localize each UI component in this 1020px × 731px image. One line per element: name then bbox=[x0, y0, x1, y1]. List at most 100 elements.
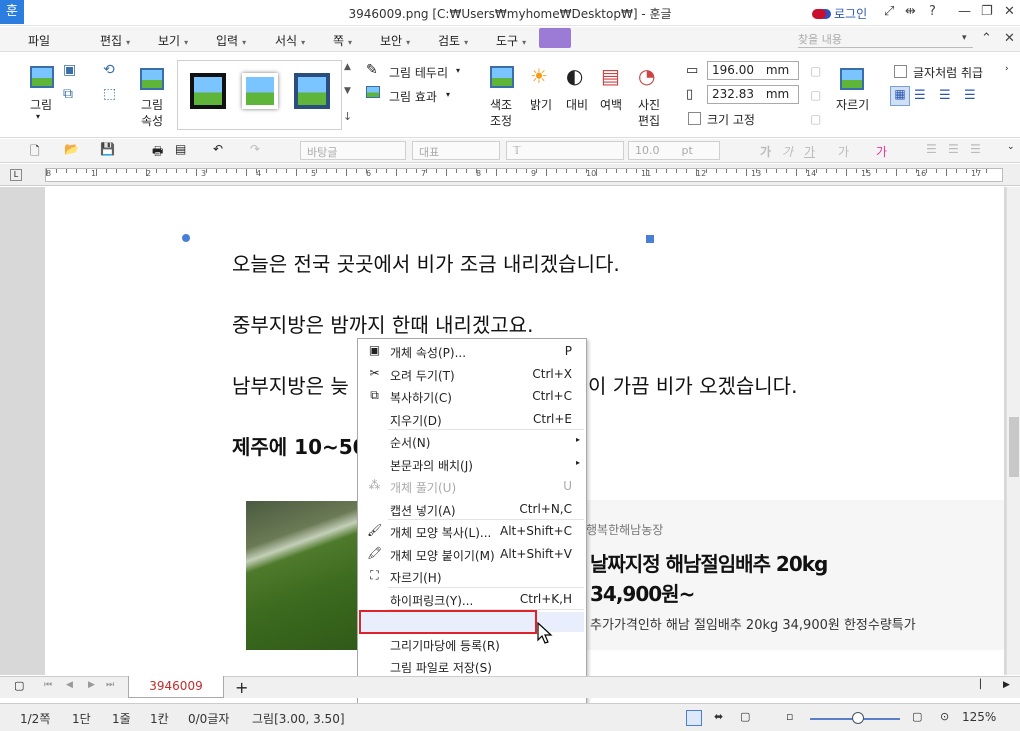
style-thumb-1[interactable] bbox=[190, 73, 226, 109]
color-adjust-icon[interactable] bbox=[490, 66, 514, 88]
split-icon[interactable]: ⇹ bbox=[905, 4, 916, 19]
font-combo[interactable]: 𝕋 bbox=[506, 141, 624, 160]
save-icon[interactable]: 💾 bbox=[100, 142, 115, 156]
view-fit-icon[interactable]: ▢ bbox=[740, 710, 750, 723]
tab-prev-icon[interactable]: ◀ bbox=[66, 680, 73, 690]
menu-edit[interactable]: 편집 ▾ bbox=[100, 32, 130, 49]
context-menu-item[interactable]: 🖌 개체 모양 복사(L)... Alt+Shift+C bbox=[358, 520, 586, 542]
bold-icon[interactable]: 가 bbox=[760, 143, 771, 160]
menu-security[interactable]: 보안 ▾ bbox=[380, 32, 410, 49]
gallery-more-icon[interactable]: ↓ bbox=[343, 110, 352, 123]
tab-list-icon[interactable]: ▢ bbox=[14, 679, 24, 692]
menu-file[interactable]: 파일 bbox=[28, 32, 50, 49]
border-icon[interactable]: ✎ bbox=[366, 62, 378, 78]
picture-icon[interactable] bbox=[30, 66, 54, 88]
zoom-knob[interactable] bbox=[852, 712, 864, 724]
menu-view[interactable]: 보기 ▾ bbox=[158, 32, 188, 49]
toolbar-more-icon[interactable]: ⌄ bbox=[1007, 142, 1015, 152]
context-menu-item[interactable]: 그림 파일로 저장(S) bbox=[358, 655, 586, 677]
print-icon[interactable]: 🖶 bbox=[152, 142, 163, 163]
document-tab[interactable]: 3946009 bbox=[128, 676, 224, 698]
add-tab-icon[interactable]: + bbox=[235, 678, 248, 697]
menu-page[interactable]: 쪽 ▾ bbox=[333, 32, 352, 49]
minimize-button[interactable]: — bbox=[958, 4, 971, 19]
select-icon[interactable]: ⬚ bbox=[103, 86, 116, 102]
picture-dropdown-icon[interactable]: ▾ bbox=[36, 112, 40, 121]
underline-icon[interactable]: 가 bbox=[804, 143, 815, 160]
arrange-icon[interactable]: ⧉ bbox=[63, 86, 73, 102]
menu-tools[interactable]: 도구 ▾ bbox=[496, 32, 526, 49]
wrap-front-icon[interactable]: ☰ bbox=[964, 88, 976, 103]
zoom-level[interactable]: 125% bbox=[962, 710, 996, 724]
zoom-out-icon[interactable]: ▫ bbox=[786, 710, 793, 723]
wrap-square-icon[interactable]: ▦ bbox=[890, 86, 910, 106]
context-menu-item[interactable]: 본문과의 배치(J) ▸ bbox=[358, 453, 586, 475]
style-thumb-3[interactable] bbox=[294, 73, 330, 109]
horizontal-ruler[interactable]: 8 1 2 3 4 5 6 7 8 9 10 11 12 13 14 15 16 17 bbox=[45, 168, 1003, 182]
keep-size-checkbox[interactable] bbox=[688, 112, 701, 125]
crop-icon[interactable] bbox=[840, 68, 864, 90]
redo-icon[interactable]: ↷ bbox=[250, 142, 260, 156]
picture-style-gallery[interactable] bbox=[177, 60, 342, 130]
original-size-icon[interactable]: ▢ bbox=[810, 112, 821, 126]
align-left-icon[interactable]: ☰ bbox=[948, 142, 959, 156]
wrap-top-bottom-icon[interactable]: ☰ bbox=[914, 88, 926, 103]
font-color-icon[interactable]: 가 bbox=[876, 143, 887, 160]
contrast-label[interactable]: 대비 bbox=[566, 96, 588, 113]
brightness-icon[interactable]: ☀ bbox=[530, 64, 548, 88]
context-menu-item[interactable]: ⛶ 자르기(H) bbox=[358, 565, 586, 587]
margin-label[interactable]: 여백 bbox=[600, 96, 622, 113]
hscroll-left-icon[interactable]: ▏ bbox=[980, 680, 987, 690]
style-thumb-2[interactable] bbox=[242, 73, 278, 109]
preview-icon[interactable]: ▤ bbox=[175, 142, 186, 156]
treat-as-char-checkbox[interactable] bbox=[894, 65, 907, 78]
context-menu-item[interactable]: ✂ 오려 두기(T) Ctrl+X bbox=[358, 363, 586, 385]
status-page[interactable]: 1/2쪽 bbox=[20, 710, 50, 727]
crop-label[interactable]: 자르기 bbox=[836, 96, 869, 113]
picture-props-icon[interactable] bbox=[140, 68, 164, 90]
brightness-label[interactable]: 밝기 bbox=[530, 96, 552, 113]
selection-handle[interactable] bbox=[646, 235, 654, 243]
product-banner[interactable]: 행복한해남농장 날짜지정 해남절임배추 20kg 34,900원~ 추가가격인하… bbox=[578, 500, 1004, 650]
effect-label[interactable]: 그림 효과 bbox=[389, 88, 437, 105]
menu-format[interactable]: 서식 ▾ bbox=[275, 32, 305, 49]
zoom-icon[interactable]: ⊙ bbox=[940, 710, 949, 723]
tab-next-icon[interactable]: ▶ bbox=[88, 680, 95, 690]
close-button[interactable]: ✕ bbox=[1004, 4, 1015, 19]
reset-size-icon[interactable]: ▢ bbox=[810, 88, 821, 102]
menu-review[interactable]: 검토 ▾ bbox=[438, 32, 468, 49]
lock-ratio-icon[interactable]: ▢ bbox=[810, 64, 821, 78]
margin-icon[interactable]: ▤ bbox=[601, 64, 620, 88]
context-menu-item[interactable]: 🖍 개체 모양 붙이기(M) Alt+Shift+V bbox=[358, 543, 586, 565]
wrap-behind-icon[interactable]: ☰ bbox=[939, 88, 951, 103]
view-page-icon[interactable] bbox=[686, 710, 702, 726]
contrast-icon[interactable]: ◐ bbox=[566, 64, 583, 88]
undo-icon[interactable]: ↶ bbox=[213, 142, 223, 156]
context-menu-item[interactable]: 하이퍼링크(Y)... Ctrl+K,H bbox=[358, 588, 586, 610]
help-button[interactable]: ? bbox=[929, 4, 936, 19]
fullscreen-icon[interactable]: ⤢ bbox=[884, 4, 894, 19]
find-dropdown-icon[interactable]: ▾ bbox=[962, 33, 967, 43]
context-menu-item[interactable]: ▣ 개체 속성(P)... P bbox=[358, 340, 586, 362]
gallery-up-icon[interactable]: ▲ bbox=[344, 62, 351, 72]
height-input[interactable]: 232.83 mm bbox=[707, 85, 799, 104]
context-menu-item[interactable]: 순서(N) ▸ bbox=[358, 430, 586, 452]
style-combo[interactable]: 바탕글 bbox=[300, 141, 406, 160]
align-right-icon[interactable]: ☰ bbox=[970, 142, 981, 156]
context-menu-item[interactable]: 지우기(D) Ctrl+E bbox=[358, 408, 586, 430]
width-input[interactable]: 196.00 mm bbox=[707, 61, 799, 80]
tab-stop-icon[interactable]: L bbox=[10, 169, 22, 181]
new-doc-icon[interactable]: 🗋 bbox=[30, 142, 40, 163]
cabbage-field-photo[interactable] bbox=[246, 501, 361, 650]
font-type-combo[interactable]: 대표 bbox=[412, 141, 500, 160]
insert-picture-icon[interactable]: ▣ bbox=[63, 62, 76, 78]
effect-icon[interactable] bbox=[366, 86, 380, 98]
restore-button[interactable]: ❐ bbox=[981, 4, 993, 19]
tab-last-icon[interactable]: ⏭ bbox=[106, 680, 114, 690]
login-button[interactable]: 로그인 bbox=[812, 5, 867, 22]
find-input[interactable]: 찾을 내용 bbox=[798, 31, 973, 48]
view-width-icon[interactable]: ⬌ bbox=[714, 710, 723, 723]
italic-icon[interactable]: 가 bbox=[782, 143, 793, 160]
open-folder-icon[interactable]: 📂 bbox=[64, 142, 79, 156]
strike-icon[interactable]: 가 bbox=[838, 143, 849, 160]
